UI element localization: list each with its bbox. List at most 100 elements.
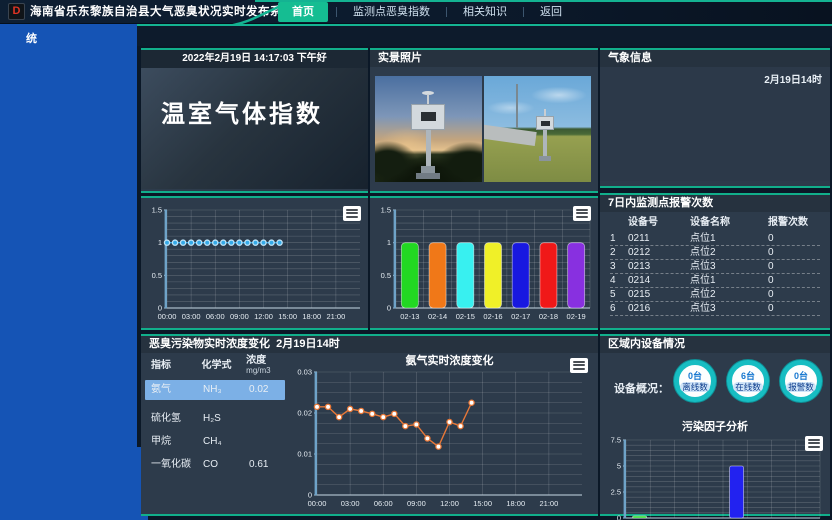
nav-item-back[interactable]: 返回	[526, 2, 576, 22]
cell-device-name: 点位2	[690, 246, 768, 259]
cell-device-name: 点位1	[690, 274, 768, 287]
stat-offline: 0台 离线数	[674, 360, 716, 402]
col-indicator: 指标	[151, 356, 202, 376]
pollutant-row-ammonia[interactable]: 氨气 NH₃ 0.02	[145, 380, 285, 400]
tab-bar	[137, 24, 832, 46]
cell-alarm-count: 0	[768, 274, 820, 287]
nav-item-knowledge[interactable]: 相关知识	[449, 2, 521, 22]
alarm-count-circle[interactable]: 0台 报警数	[780, 360, 822, 402]
chart-menu-icon[interactable]	[573, 206, 591, 221]
nav-item-odor-index[interactable]: 监测点恶臭指数	[339, 2, 444, 22]
online-count-circle[interactable]: 6台 在线数	[727, 360, 769, 402]
site-photo-sunset[interactable]	[375, 76, 482, 182]
cell-device-name: 点位3	[690, 260, 768, 273]
svg-text:09:00: 09:00	[407, 499, 426, 508]
cell-device-id: 0213	[628, 260, 690, 273]
cell-device-id: 0215	[628, 288, 690, 301]
photo-light-pole	[516, 84, 518, 128]
svg-text:1: 1	[158, 238, 162, 247]
svg-text:18:00: 18:00	[506, 499, 525, 508]
brand-logo-icon: D	[8, 3, 25, 20]
device-overview: 设备概况： 0台 离线数 6台 在线数 0台 报警数	[600, 358, 830, 416]
svg-text:02-16: 02-16	[483, 312, 502, 321]
col-device-id: 设备号	[628, 216, 690, 232]
svg-text:02-14: 02-14	[428, 312, 447, 321]
cell-device-name: 点位1	[690, 232, 768, 245]
svg-text:0.5: 0.5	[381, 271, 391, 280]
site-photo-field[interactable]	[484, 76, 591, 182]
weather-panel-title: 气象信息	[600, 50, 830, 67]
greenhouse-index-line-chart: 00:0003:0006:0009:0012:0015:0018:0021:00…	[141, 198, 368, 328]
svg-text:0.5: 0.5	[152, 271, 162, 280]
cell-device-id: 0216	[628, 302, 690, 315]
headline-text: 温室气体指数	[161, 94, 323, 129]
row-index: 1	[610, 232, 628, 245]
col-device-name: 设备名称	[690, 216, 768, 232]
alarm-table: 设备号 设备名称 报警次数 1 0211 点位1 0 2 0212 点位2 0 …	[600, 212, 830, 316]
photo-wall	[484, 124, 537, 146]
svg-text:7.5: 7.5	[611, 436, 621, 445]
svg-text:氨气实时浓度变化: 氨气实时浓度变化	[406, 353, 494, 367]
cell-alarm-count: 0	[768, 302, 820, 315]
row-index: 5	[610, 288, 628, 301]
nav-separator	[336, 7, 337, 17]
cell-device-name: 点位2	[690, 288, 768, 301]
dashboard-root: D 海南省乐东黎族自治县大气恶臭状况实时发布系 首页 监测点恶臭指数 相关知识 …	[0, 0, 832, 520]
svg-text:0.02: 0.02	[297, 409, 312, 418]
offline-count-circle[interactable]: 0台 离线数	[674, 360, 716, 402]
svg-text:00:00: 00:00	[308, 499, 327, 508]
monitoring-station	[536, 116, 554, 161]
weather-panel: 气象信息 2月19日14时	[600, 48, 830, 188]
concentration-title-text: 恶臭污染物实时浓度变化	[149, 338, 270, 350]
svg-text:02-17: 02-17	[511, 312, 530, 321]
svg-text:15:00: 15:00	[473, 499, 492, 508]
alarm-table-header: 设备号 设备名称 报警次数	[610, 216, 820, 232]
svg-text:1: 1	[387, 238, 391, 247]
svg-text:02-15: 02-15	[456, 312, 475, 321]
stat-alarm: 0台 报警数	[780, 360, 822, 402]
daily-bar-chart-panel: 02-1302-1402-1502-1602-1702-1802-1900.51…	[370, 196, 598, 330]
left-sidebar-footer	[0, 447, 148, 520]
pollutant-row-ch4[interactable]: 甲烷 CH₄	[145, 432, 285, 452]
row-index: 6	[610, 302, 628, 315]
cell-alarm-count: 0	[768, 246, 820, 259]
row-index: 2	[610, 246, 628, 259]
table-row[interactable]: 3 0213 点位3 0	[610, 260, 820, 274]
table-row[interactable]: 1 0211 点位1 0	[610, 232, 820, 246]
alarm-table-panel: 7日内监测点报警次数 设备号 设备名称 报警次数 1 0211 点位1 0 2 …	[600, 193, 830, 330]
svg-text:15:00: 15:00	[278, 312, 297, 321]
photos-panel: 实景照片	[370, 48, 598, 193]
nav-item-home[interactable]: 首页	[278, 2, 328, 22]
col-formula: 化学式	[202, 356, 247, 376]
photo-strip	[375, 76, 591, 182]
alarm-panel-title: 7日内监测点报警次数	[600, 195, 830, 212]
devices-panel-title: 区域内设备情况	[600, 336, 830, 353]
table-row[interactable]: 5 0215 点位2 0	[610, 288, 820, 302]
table-row[interactable]: 6 0216 点位3 0	[610, 302, 820, 316]
svg-text:0.03: 0.03	[297, 368, 312, 377]
svg-text:03:00: 03:00	[341, 499, 360, 508]
chart-menu-icon[interactable]	[805, 436, 823, 451]
index-line-chart-panel: 00:0003:0006:0009:0012:0015:0018:0021:00…	[141, 196, 368, 330]
pollutant-row-h2s[interactable]: 硫化氢 H₂S	[145, 409, 285, 429]
chart-menu-icon[interactable]	[570, 358, 588, 373]
datetime-text: 2022年2月19日 14:17:03 下午好	[141, 50, 368, 68]
pollution-factor-bar-chart: 氨气硫化氢甲烷一氧化碳02.557.5	[600, 434, 830, 520]
cell-device-id: 0211	[628, 232, 690, 245]
photos-panel-title: 实景照片	[370, 50, 598, 67]
svg-text:1.5: 1.5	[152, 206, 162, 215]
table-row[interactable]: 4 0214 点位1 0	[610, 274, 820, 288]
pollutant-table-header: 指标 化学式 浓度 mg/m3	[145, 354, 285, 377]
svg-text:0: 0	[617, 514, 621, 520]
weather-body: 2月19日14时	[600, 67, 830, 181]
pollution-factor-title: 污染因子分析	[600, 418, 830, 434]
table-row[interactable]: 2 0212 点位2 0	[610, 246, 820, 260]
unit-label: mg/m3	[246, 366, 270, 375]
monitoring-station	[411, 104, 445, 179]
col-alarm-count: 报警次数	[768, 216, 820, 232]
pollutant-row-co[interactable]: 一氧化碳 CO 0.61	[145, 455, 285, 475]
chart-menu-icon[interactable]	[343, 206, 361, 221]
left-sidebar: 统	[0, 24, 137, 520]
daily-index-bar-chart: 02-1302-1402-1502-1602-1702-1802-1900.51…	[370, 198, 598, 328]
svg-text:2.5: 2.5	[611, 488, 621, 497]
